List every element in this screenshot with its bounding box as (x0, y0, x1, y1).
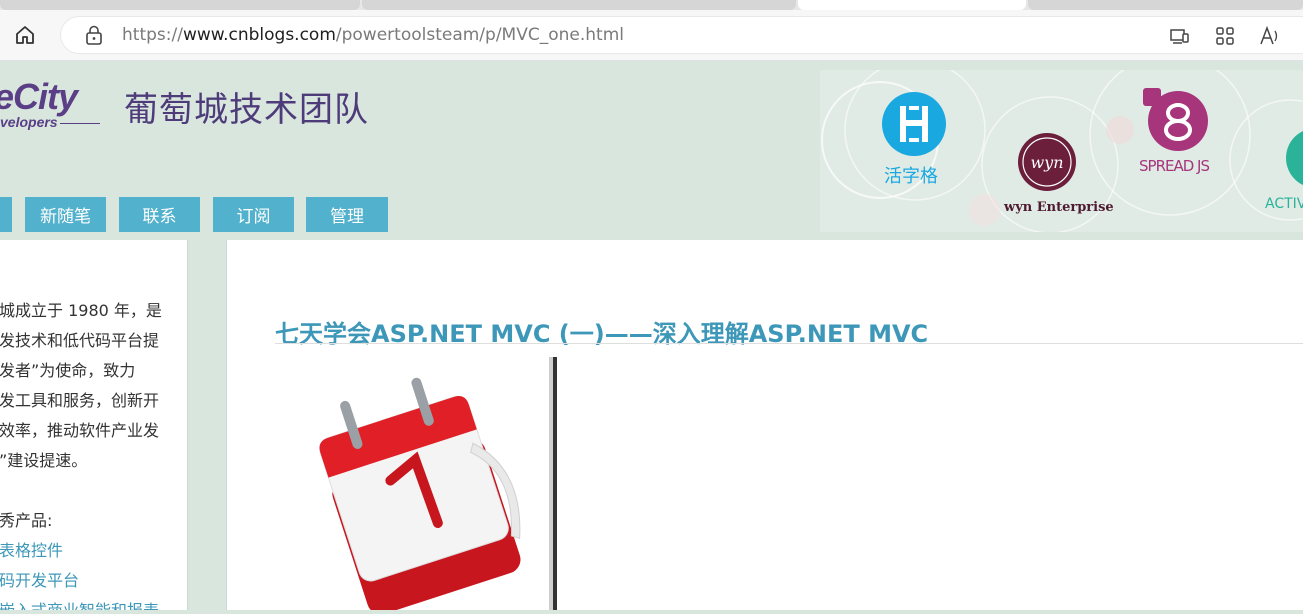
title-divider (275, 343, 1303, 344)
banner-product-activ: ACTIV (1265, 196, 1303, 212)
sidebar-product-link[interactable]: 码开发平台 (0, 567, 79, 591)
sidebar-intro-line: 发技术和低代码平台提 (0, 331, 160, 350)
sidebar-intro-line: 发者”为使命，致力 (0, 361, 136, 380)
nav-item-partial[interactable] (0, 197, 12, 232)
sidebar-products-heading: 秀产品: (0, 511, 53, 530)
sidebar-product-link[interactable]: 嵌入式商业智能和报表 (0, 597, 159, 610)
sidebar-intro-line: 效率，推动软件产业发 (0, 421, 160, 440)
svg-text:wyn: wyn (1030, 153, 1063, 172)
browser-tab-active[interactable] (798, 0, 1026, 10)
lock-icon[interactable] (84, 25, 104, 45)
nav-item-manage[interactable]: 管理 (306, 197, 388, 232)
wyn-logo-icon[interactable]: wyn (1017, 132, 1077, 192)
browser-tab[interactable] (0, 0, 360, 10)
calendar-icon: 1 (273, 357, 557, 614)
url-path: /powertoolsteam/p/MVC_one.html (335, 25, 624, 45)
device-icon[interactable] (1169, 25, 1191, 47)
nav-item-contact[interactable]: 联系 (119, 197, 200, 232)
sidebar-intro-line: 发工具和服务，创新开 (0, 391, 160, 410)
nav-item-subscribe[interactable]: 订阅 (213, 197, 294, 232)
logo[interactable]: eCity velopers (0, 76, 110, 136)
banner-product-wyn: wyn Enterprise (1004, 200, 1114, 215)
url-text[interactable]: https://www.cnblogs.com/powertoolsteam/p… (122, 25, 624, 45)
browser-tab[interactable] (1028, 0, 1303, 10)
logo-text: eCity (0, 76, 78, 117)
sidebar: 城成立于 1980 年，是 发技术和低代码平台提 发者”为使命，致力 发工具和服… (0, 240, 188, 610)
sidebar-intro-line: ”建设提速。 (0, 451, 88, 470)
site-title[interactable]: 葡萄城技术团队 (124, 82, 369, 131)
address-bar: https://www.cnblogs.com/powertoolsteam/p… (0, 10, 1303, 61)
sidebar-product-link[interactable]: 表格控件 (0, 537, 63, 561)
banner-product-huozige: 活字格 (884, 166, 938, 187)
banner-product-spreadjs: SPREAD JS (1139, 157, 1210, 175)
huozige-logo-icon[interactable] (881, 91, 947, 157)
sidebar-intro-line: 城成立于 1980 年，是 (0, 301, 162, 320)
activ-logo-icon[interactable] (1286, 128, 1303, 188)
url-prefix: https:// (122, 25, 183, 45)
apps-icon[interactable] (1214, 25, 1236, 47)
nav-item-new-post[interactable]: 新随笔 (25, 197, 106, 232)
logo-divider (60, 123, 100, 124)
tab-strip (0, 0, 1303, 10)
post-content: 七天学会ASP.NET MVC (一)——深入理解ASP.NET MVC 1 (226, 240, 1303, 614)
browser-tab[interactable] (362, 0, 796, 10)
read-aloud-icon[interactable] (1259, 25, 1281, 47)
url-host: www.cnblogs.com (182, 25, 336, 45)
home-icon[interactable] (12, 22, 38, 48)
url-field[interactable]: https://www.cnblogs.com/powertoolsteam/p… (60, 16, 1303, 54)
spreadjs-logo-icon[interactable] (1143, 88, 1211, 156)
logo-subtext: velopers (0, 114, 58, 130)
